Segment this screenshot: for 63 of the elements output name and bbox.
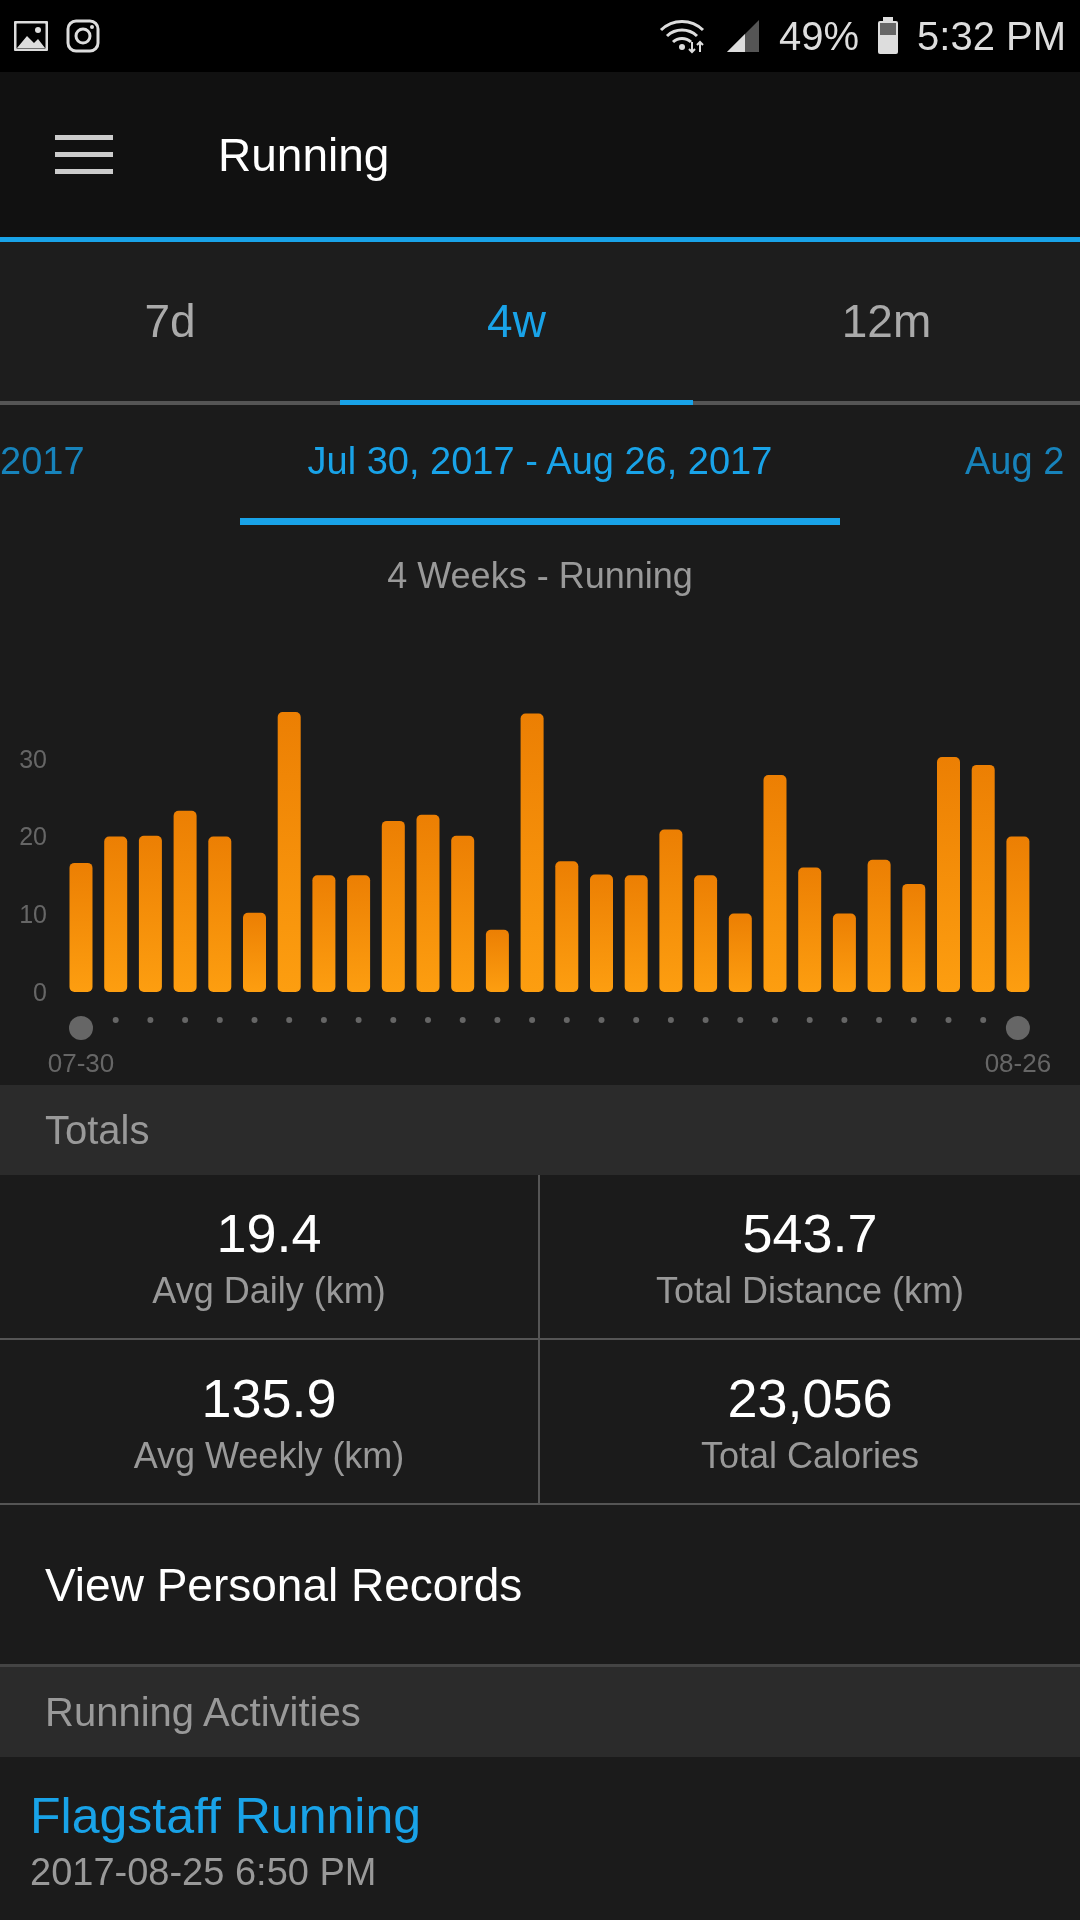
- timeline-dot: [667, 1017, 674, 1023]
- timeline-dot: [841, 1017, 848, 1023]
- timeline-dot: [633, 1017, 640, 1023]
- date-range-tab[interactable]: Jul 30, 2017 - Aug 26, 2017: [240, 405, 840, 525]
- timeline-handle[interactable]: [69, 1016, 93, 1040]
- timeline-dot: [910, 1017, 917, 1023]
- period-tab[interactable]: 4w: [340, 242, 693, 405]
- wifi-icon: [658, 18, 707, 54]
- timeline-dot: [529, 1017, 536, 1023]
- stat-label: Avg Daily (km): [152, 1269, 386, 1312]
- axis-label: 30: [19, 744, 47, 773]
- battery-percent: 49%: [778, 13, 860, 59]
- clock-time: 5:32 PM: [917, 13, 1066, 59]
- period-tab[interactable]: 12m: [693, 242, 1080, 405]
- timeline-dot: [945, 1017, 952, 1023]
- timeline-dot: [563, 1017, 570, 1023]
- timeline-dot: [459, 1017, 466, 1023]
- timeline-handle[interactable]: [1005, 1016, 1030, 1040]
- activity-name[interactable]: Flagstaff Running: [30, 1787, 1080, 1845]
- stat-value: 135.9: [201, 1366, 337, 1429]
- axis-label: 10: [19, 900, 47, 929]
- stat-label: Total Calories: [700, 1434, 920, 1477]
- timeline-dot: [390, 1017, 397, 1023]
- stat-value: 19.4: [216, 1201, 322, 1264]
- timeline-dot: [425, 1017, 431, 1023]
- timeline-dot: [876, 1017, 883, 1023]
- menu-icon[interactable]: [55, 134, 113, 175]
- section-header: Running Activities: [45, 1689, 361, 1735]
- personal-records-link[interactable]: View Personal Records: [45, 1557, 523, 1612]
- image-icon: [14, 21, 48, 51]
- timeline-dot: [737, 1017, 744, 1023]
- stat-value: 543.7: [742, 1201, 878, 1264]
- timeline-dot: [286, 1017, 293, 1023]
- timeline-dot: [980, 1017, 987, 1023]
- stat-value: 23,056: [727, 1366, 893, 1429]
- timeline-dot: [494, 1017, 501, 1023]
- axis-label: 20: [19, 822, 47, 851]
- timeline-dot: [598, 1017, 605, 1023]
- timeline-dot: [112, 1017, 119, 1023]
- date-range-tab[interactable]: 2017: [0, 405, 240, 525]
- stat-label: Total Distance (km): [655, 1269, 965, 1312]
- section-header: Totals: [45, 1107, 150, 1153]
- timeline-dot: [251, 1017, 258, 1023]
- chart-bar: [485, 929, 509, 992]
- timeline-dot: [806, 1017, 813, 1023]
- screen-title: Running: [218, 127, 390, 182]
- date-range-tab[interactable]: Aug 2: [840, 405, 1080, 525]
- stat-label: Avg Weekly (km): [133, 1434, 405, 1477]
- camera-icon: [66, 19, 100, 53]
- axis-label: 07-30: [47, 1048, 115, 1078]
- timeline-dot: [772, 1017, 778, 1023]
- chart-title: 4 Weeks - Running: [387, 555, 693, 596]
- timeline-dot: [702, 1017, 709, 1023]
- timeline-dot: [216, 1017, 223, 1023]
- timeline-dot: [320, 1017, 327, 1023]
- timeline-dot: [182, 1017, 189, 1023]
- axis-label: 08-26: [984, 1048, 1052, 1078]
- battery-icon: [877, 17, 900, 55]
- timeline-dot: [355, 1017, 362, 1023]
- period-tab[interactable]: 7d: [0, 242, 340, 405]
- timeline-dot: [147, 1017, 154, 1023]
- activity-date: 2017-08-25 6:50 PM: [30, 1851, 378, 1894]
- axis-label: 0: [33, 978, 47, 1006]
